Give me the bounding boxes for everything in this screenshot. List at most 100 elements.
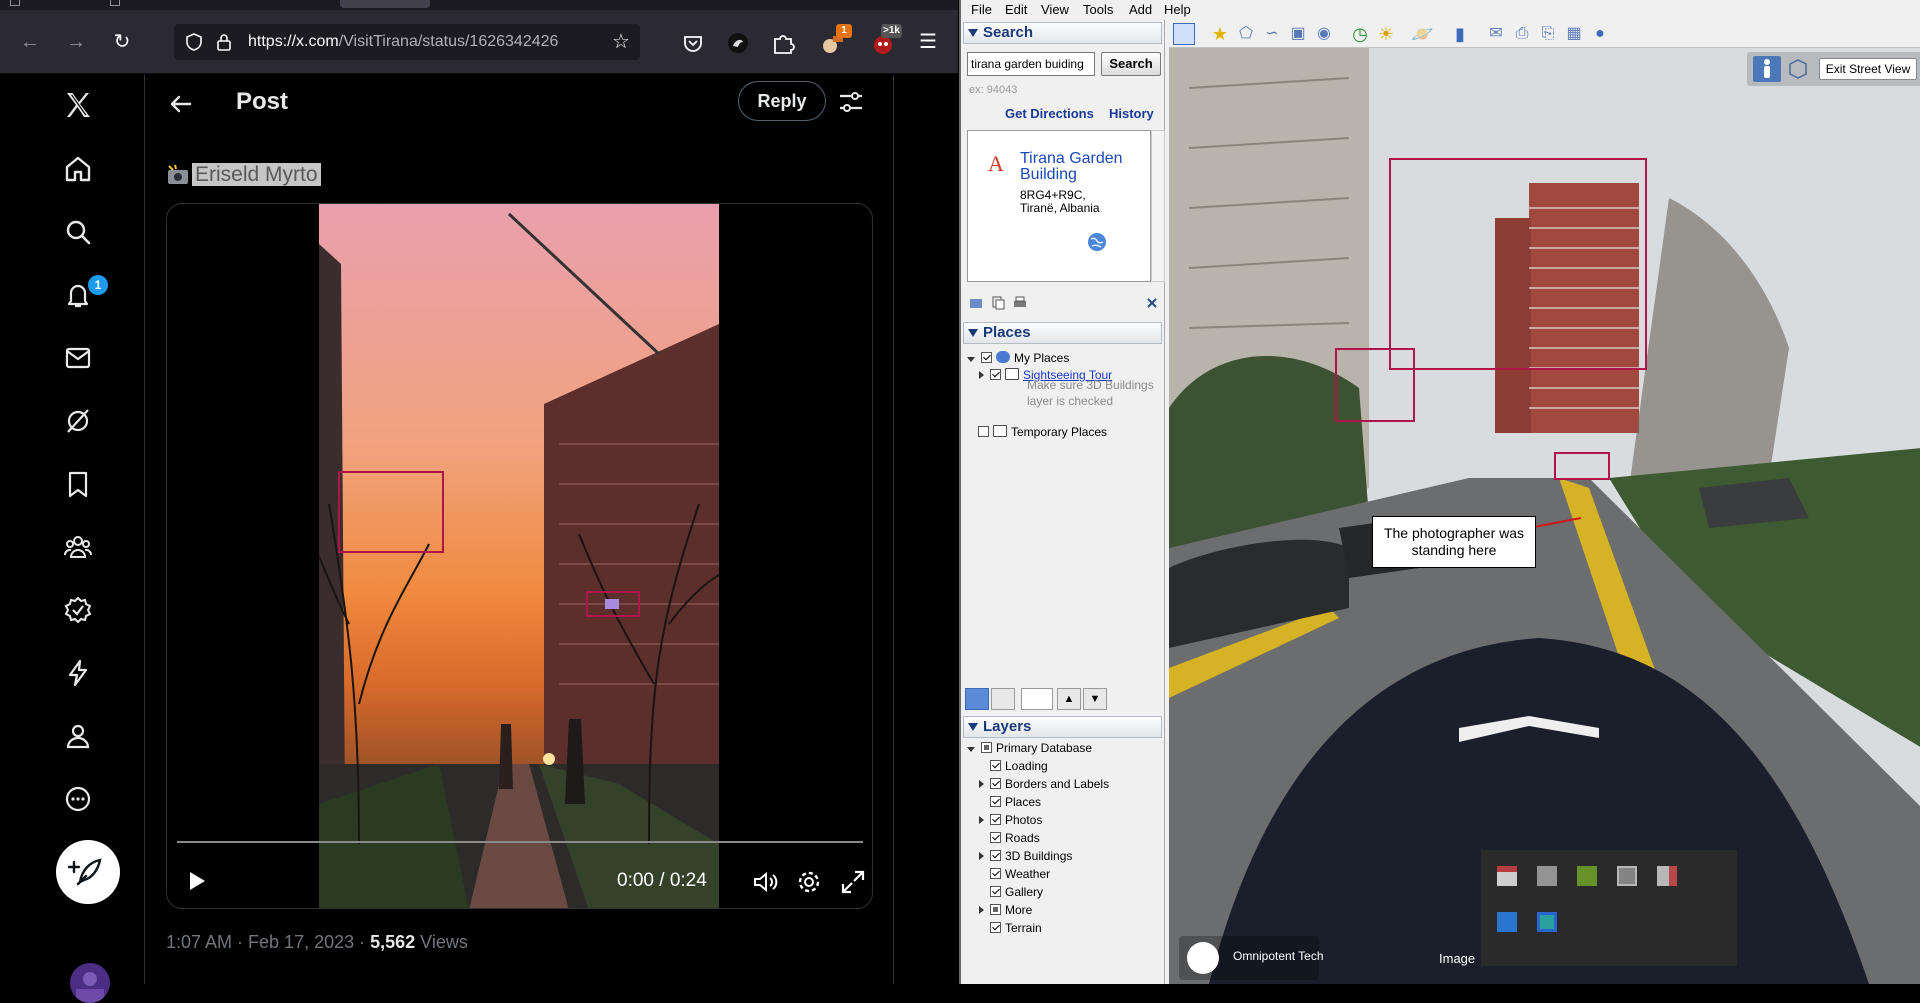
explore-search-icon[interactable] [58, 212, 98, 252]
sidebar-toggle-icon[interactable] [1173, 23, 1195, 45]
print-icon[interactable] [1013, 296, 1027, 310]
layer-row[interactable]: Gallery [979, 884, 1043, 900]
shield-icon[interactable] [184, 32, 204, 52]
record-tour-icon[interactable]: ◉ [1313, 23, 1335, 45]
save-image-icon[interactable]: ⎘ [1537, 23, 1559, 45]
video-player[interactable]: 0:00 / 0:24 [166, 203, 873, 909]
checkbox[interactable] [990, 796, 1001, 807]
back-icon[interactable]: ← [16, 28, 44, 56]
bookmark-star-icon[interactable]: ☆ [610, 31, 632, 53]
get-directions-link[interactable]: Get Directions [1005, 106, 1094, 121]
home-icon[interactable] [58, 149, 98, 189]
checkbox[interactable] [990, 886, 1001, 897]
menu-add[interactable]: Add [1129, 2, 1152, 18]
communities-icon[interactable] [58, 527, 98, 567]
search-toggle-icon[interactable] [965, 688, 989, 710]
checkbox[interactable] [978, 426, 989, 437]
search-button[interactable]: Search [1101, 52, 1161, 76]
panel-toggle-icon[interactable] [991, 688, 1015, 710]
lightning-icon[interactable] [58, 653, 98, 693]
pocket-icon[interactable] [680, 30, 706, 56]
account-avatar[interactable] [70, 963, 110, 1003]
checkbox[interactable] [990, 814, 1001, 825]
layer-row[interactable]: Photos [979, 812, 1042, 828]
back-arrow-icon[interactable] [166, 89, 196, 119]
menu-view[interactable]: View [1041, 2, 1069, 18]
reply-button[interactable]: Reply [738, 81, 826, 121]
search-panel-header[interactable]: Search [963, 22, 1162, 44]
tray-app-icon[interactable] [1617, 866, 1637, 886]
checkbox[interactable] [990, 369, 1001, 380]
play-icon[interactable] [181, 866, 211, 896]
active-tab[interactable] [340, 0, 430, 8]
image-overlay-icon[interactable]: ▣ [1287, 23, 1309, 45]
puzzle-icon[interactable] [770, 30, 796, 56]
url-bar[interactable]: https://x.com/VisitTirana/status/1626342… [174, 24, 640, 60]
path-icon[interactable]: ∽ [1261, 23, 1283, 45]
expand-arrow-icon[interactable] [979, 852, 984, 860]
volume-icon[interactable] [751, 868, 779, 896]
result-title-link[interactable]: Tirana Garden Building [1020, 151, 1148, 183]
checkbox[interactable] [981, 352, 992, 363]
move-down-icon[interactable]: ▼ [1083, 688, 1107, 710]
historical-imagery-icon[interactable]: ◷ [1349, 23, 1371, 45]
tray-app-icon[interactable] [1497, 912, 1517, 932]
layer-row[interactable]: Loading [979, 758, 1048, 774]
layer-row[interactable]: Borders and Labels [979, 776, 1109, 792]
expand-arrow-icon[interactable] [979, 816, 984, 824]
expand-arrow-icon[interactable] [967, 747, 975, 752]
checkbox[interactable] [990, 778, 1001, 789]
menu-file[interactable]: File [971, 2, 992, 18]
messages-envelope-icon[interactable] [58, 338, 98, 378]
expand-arrow-icon[interactable] [979, 780, 984, 788]
move-up-icon[interactable]: ▲ [1057, 688, 1081, 710]
author-name[interactable]: Eriseld Myrto [192, 163, 321, 186]
checkbox[interactable] [990, 760, 1001, 771]
planets-icon[interactable]: 🪐 [1411, 23, 1433, 45]
hamburger-menu-icon[interactable]: ☰ [914, 28, 942, 56]
lock-icon[interactable] [214, 32, 234, 52]
profile-ext-icon[interactable]: 1 [820, 24, 852, 56]
earth-globe-icon[interactable]: ● [1589, 23, 1611, 45]
layer-row[interactable]: Weather [979, 866, 1050, 882]
tab-edge-icon[interactable] [10, 0, 20, 6]
reload-icon[interactable]: ↻ [108, 28, 136, 56]
menu-tools[interactable]: Tools [1083, 2, 1113, 18]
email-icon[interactable]: ✉ [1485, 23, 1507, 45]
profile-icon[interactable] [58, 716, 98, 756]
menu-edit[interactable]: Edit [1005, 2, 1027, 18]
layer-row[interactable]: Places [979, 794, 1041, 810]
add-folder-icon[interactable] [969, 296, 983, 310]
globe-icon[interactable] [1086, 231, 1108, 253]
layer-row[interactable]: More [979, 902, 1032, 918]
layer-row[interactable]: Roads [979, 830, 1040, 846]
street-view[interactable]: Exit Street View The photographer was st… [1169, 48, 1920, 984]
checkbox[interactable] [981, 742, 992, 753]
tray-app-icon[interactable] [1657, 866, 1677, 886]
print-icon[interactable]: ⎙ [1511, 23, 1533, 45]
checkbox[interactable] [990, 832, 1001, 843]
x-logo-icon[interactable] [58, 85, 98, 125]
exit-street-view-button[interactable]: Exit Street View [1819, 58, 1917, 80]
checkbox[interactable] [990, 850, 1001, 861]
placemark-icon[interactable]: ★ [1209, 23, 1231, 45]
video-progress-bar[interactable] [177, 841, 863, 843]
layer-row[interactable]: Terrain [979, 920, 1042, 936]
close-icon[interactable] [1145, 296, 1159, 310]
checkbox[interactable] [990, 868, 1001, 879]
copy-icon[interactable] [991, 296, 1005, 310]
ublock-like-icon[interactable] [725, 30, 751, 56]
layer-row[interactable]: Primary Database [967, 740, 1092, 756]
grok-icon[interactable] [58, 401, 98, 441]
more-options-icon[interactable] [58, 779, 98, 819]
polygon-icon[interactable]: ⬠ [1235, 23, 1257, 45]
compose-post-button[interactable] [56, 840, 120, 904]
verified-icon[interactable] [58, 590, 98, 630]
tray-app-icon[interactable] [1577, 866, 1597, 886]
forward-icon[interactable]: → [62, 28, 90, 56]
expand-arrow-icon[interactable] [979, 371, 984, 379]
tree-item-temporary-places[interactable]: Temporary Places [967, 424, 1107, 440]
tray-app-icon[interactable] [1537, 912, 1557, 932]
url-text[interactable]: https://x.com/VisitTirana/status/1626342… [248, 33, 594, 53]
checkbox[interactable] [990, 904, 1001, 915]
